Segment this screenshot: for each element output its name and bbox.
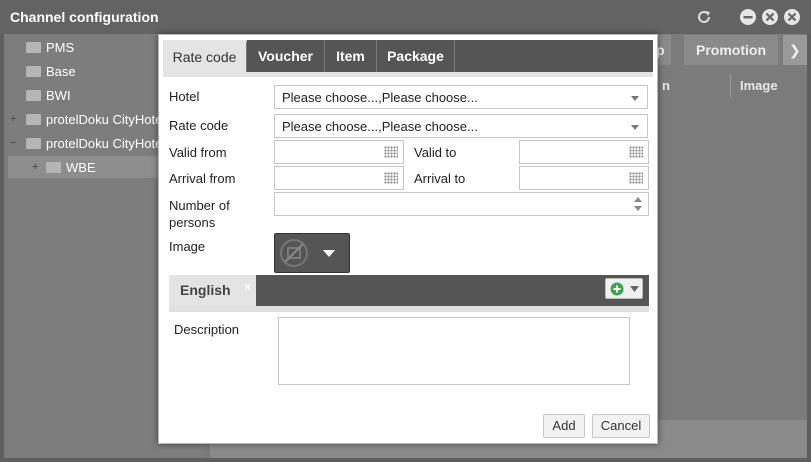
tab-voucher[interactable]: Voucher bbox=[247, 40, 325, 72]
close-icon[interactable]: × bbox=[244, 272, 251, 303]
tab-underline bbox=[163, 72, 653, 77]
valid-to-field[interactable] bbox=[519, 140, 649, 164]
tree-item-wbe[interactable]: WBE bbox=[46, 157, 96, 179]
tab-label: Rate code bbox=[172, 49, 237, 65]
persons-label-line1: Number of bbox=[169, 198, 230, 213]
tab-language-english[interactable]: English × bbox=[169, 275, 256, 306]
collapse-icon[interactable]: − bbox=[10, 137, 16, 149]
window-title-bar: Channel configuration bbox=[0, 0, 811, 34]
tab-label: Package bbox=[387, 48, 444, 64]
description-label: Description bbox=[174, 322, 240, 337]
tab-package[interactable]: Package bbox=[377, 40, 455, 72]
folder-icon bbox=[26, 138, 41, 149]
tree-item-bwi[interactable]: BWI bbox=[26, 85, 71, 107]
chevron-down-icon bbox=[630, 286, 639, 292]
tree-item-label: Base bbox=[46, 64, 76, 79]
expand-icon[interactable]: + bbox=[10, 113, 16, 125]
tab-promotion[interactable]: Promotion bbox=[684, 35, 778, 65]
image-picker-button[interactable] bbox=[274, 233, 350, 273]
valid-from-field[interactable] bbox=[274, 140, 404, 164]
tab-label: Voucher bbox=[258, 48, 313, 64]
column-header-partial: n bbox=[662, 74, 670, 98]
calendar-icon[interactable] bbox=[384, 146, 398, 158]
add-circle-icon bbox=[610, 282, 624, 296]
hotel-select-value: Please choose...,Please choose... bbox=[282, 90, 478, 105]
persons-label-line2: persons bbox=[169, 215, 216, 230]
tab-item[interactable]: Item bbox=[325, 40, 377, 72]
tab-promotion-label: Promotion bbox=[696, 42, 766, 58]
spinner-icon[interactable] bbox=[634, 196, 642, 212]
chevron-down-icon bbox=[631, 96, 639, 101]
column-header-label: Image bbox=[740, 78, 778, 93]
chevron-right-icon: ❯ bbox=[789, 42, 801, 58]
arrival-from-field[interactable] bbox=[274, 166, 404, 190]
tree-item-label: protelDoku CityHotel bbox=[46, 136, 166, 151]
restore-icon[interactable] bbox=[761, 8, 779, 26]
hotel-label: Hotel bbox=[169, 89, 200, 104]
tree-item-base[interactable]: Base bbox=[26, 61, 76, 83]
tree-item-label: PMS bbox=[46, 40, 75, 55]
expand-icon[interactable]: + bbox=[32, 161, 38, 173]
add-button[interactable]: Add bbox=[543, 414, 585, 438]
arrival-to-field[interactable] bbox=[519, 166, 649, 190]
folder-icon bbox=[26, 90, 41, 101]
tree-item-label: WBE bbox=[66, 160, 96, 175]
chevron-down-icon bbox=[323, 250, 335, 257]
folder-icon bbox=[26, 42, 41, 53]
folder-icon bbox=[26, 114, 41, 125]
tab-label: Item bbox=[336, 48, 365, 64]
window-title: Channel configuration bbox=[10, 9, 159, 25]
chevron-down-icon bbox=[631, 125, 639, 130]
rate-code-select-value: Please choose...,Please choose... bbox=[282, 119, 478, 134]
hotel-select[interactable]: Please choose...,Please choose... bbox=[274, 85, 648, 109]
arrival-from-label: Arrival from bbox=[169, 171, 236, 186]
description-textarea[interactable] bbox=[278, 317, 630, 385]
no-image-icon bbox=[280, 239, 308, 267]
cancel-button[interactable]: Cancel bbox=[592, 414, 650, 438]
rate-code-select[interactable]: Please choose...,Please choose... bbox=[274, 114, 648, 138]
tree-item-label: BWI bbox=[46, 88, 71, 103]
language-tab-bar: English × bbox=[169, 275, 649, 306]
tree-item-pms[interactable]: PMS bbox=[26, 37, 74, 59]
tree-item-label: protelDoku CityHotel bbox=[46, 112, 166, 127]
column-header-image: Image bbox=[730, 74, 807, 98]
arrival-to-label: Arrival to bbox=[414, 171, 466, 186]
rate-code-label: Rate code bbox=[169, 118, 229, 133]
tab-scroll-right[interactable]: ❯ bbox=[783, 35, 807, 65]
calendar-icon[interactable] bbox=[629, 172, 643, 184]
valid-from-label: Valid from bbox=[169, 145, 227, 160]
tab-rate-code[interactable]: Rate code bbox=[163, 40, 247, 72]
persons-field[interactable] bbox=[274, 192, 649, 216]
add-language-button[interactable] bbox=[605, 278, 643, 299]
folder-icon bbox=[46, 162, 61, 173]
column-header-label: n bbox=[662, 78, 670, 93]
language-tab-label: English bbox=[180, 282, 231, 298]
close-icon[interactable] bbox=[783, 8, 801, 26]
dialog-tab-bar: Rate code Voucher Item Package bbox=[163, 40, 653, 72]
refresh-icon[interactable] bbox=[695, 8, 713, 26]
language-tab-underline bbox=[169, 306, 649, 312]
rate-code-dialog: Rate code Voucher Item Package Hotel Ple… bbox=[158, 34, 658, 444]
calendar-icon[interactable] bbox=[629, 146, 643, 158]
calendar-icon[interactable] bbox=[384, 172, 398, 184]
minimize-icon[interactable] bbox=[739, 8, 757, 26]
tree-item-hotel-2[interactable]: protelDoku CityHotel bbox=[26, 133, 165, 155]
image-label: Image bbox=[169, 239, 206, 254]
valid-to-label: Valid to bbox=[414, 145, 457, 160]
folder-icon bbox=[26, 66, 41, 77]
tree-item-hotel-1[interactable]: protelDoku CityHotel bbox=[26, 109, 165, 131]
